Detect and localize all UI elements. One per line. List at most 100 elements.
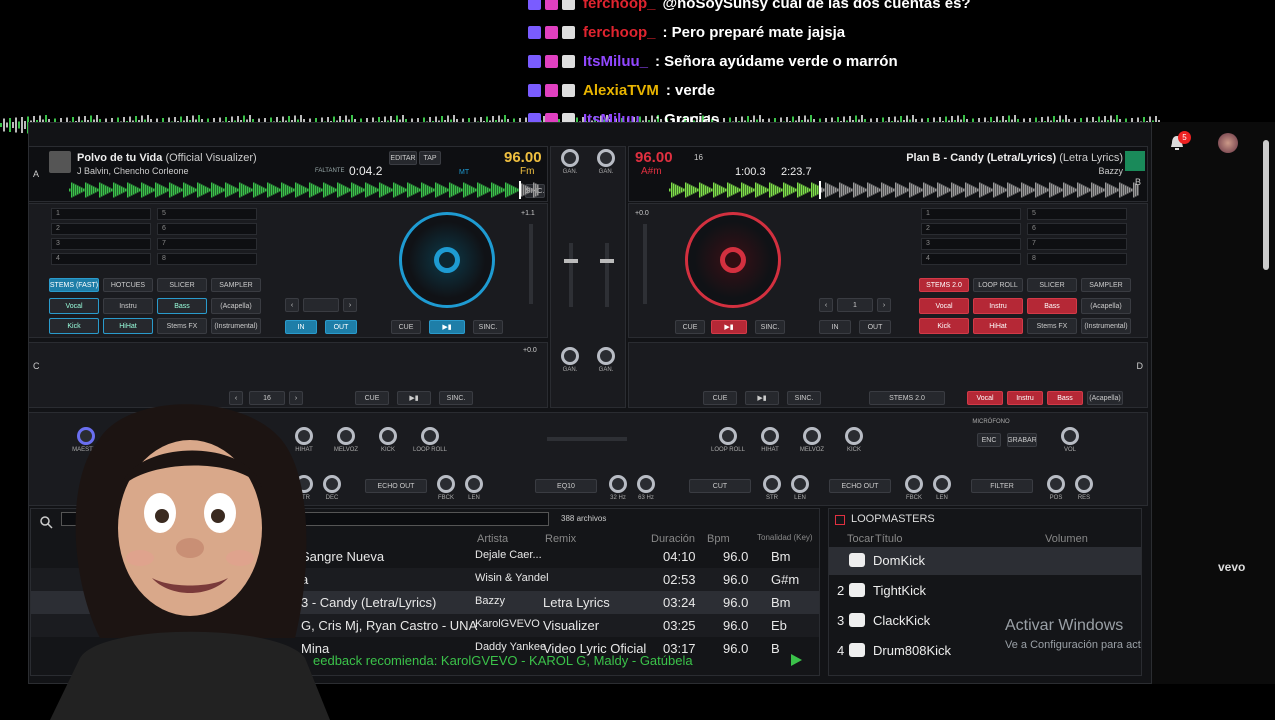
pad-tab[interactable]: SLICER [157, 278, 207, 292]
loop-row[interactable]: DomKick [829, 547, 1141, 575]
column-header[interactable]: Remix [545, 533, 576, 545]
pad-button[interactable]: Vocal [49, 298, 99, 314]
hotcue-slot[interactable]: 4 [921, 253, 1021, 265]
edit-button[interactable]: EDITAR [389, 151, 417, 165]
pad-button[interactable]: Vocal [919, 298, 969, 314]
pad-button[interactable]: Instru [103, 298, 153, 314]
pad-tab[interactable]: LOOP ROLL [973, 278, 1023, 292]
play-a[interactable]: ▶▮ [429, 320, 465, 334]
sync-a[interactable]: SINC. [473, 320, 503, 334]
mt-label[interactable]: MT [459, 169, 469, 176]
eq10-select[interactable]: EQ10 [535, 479, 597, 493]
volume-fader-b[interactable] [605, 243, 609, 307]
volume-cap-b[interactable] [600, 259, 614, 263]
deck-c-cue[interactable]: CUE [355, 391, 389, 405]
eq-knob[interactable] [845, 427, 863, 445]
hotcue-slot[interactable]: 1 [51, 208, 151, 220]
stems-mode-select[interactable]: STEMS 2.0 [869, 391, 945, 405]
pad-button[interactable]: Kick [49, 318, 99, 334]
fx-knob[interactable] [905, 475, 923, 493]
drum-icon[interactable] [849, 553, 865, 567]
fx-knob[interactable] [1047, 475, 1065, 493]
pad-tab[interactable]: STEMS 2.0 [919, 278, 969, 292]
drum-icon[interactable] [849, 643, 865, 657]
eq-32hz-knob[interactable] [609, 475, 627, 493]
mic-vol-knob[interactable] [1061, 427, 1079, 445]
mic-rec-button[interactable]: GRABAR [1007, 433, 1037, 447]
hotcue-slot[interactable]: 6 [157, 223, 257, 235]
deck-d-pad[interactable]: Vocal [967, 391, 1003, 405]
pad-button[interactable]: Bass [157, 298, 207, 314]
hotcue-slot[interactable]: 4 [51, 253, 151, 265]
pad-tab[interactable]: SAMPLER [1081, 278, 1131, 292]
pad-button[interactable]: HiHat [973, 318, 1023, 334]
hotcue-slot[interactable]: 3 [51, 238, 151, 250]
cue-b[interactable]: CUE [675, 320, 705, 334]
loop-prev-b[interactable]: ‹ [819, 298, 833, 312]
hotcue-slot[interactable]: 5 [1027, 208, 1127, 220]
eq-knob[interactable] [803, 427, 821, 445]
deck-d-pad[interactable]: (Acapella) [1087, 391, 1123, 405]
hotcue-slot[interactable]: 3 [921, 238, 1021, 250]
play-b[interactable]: ▶▮ [711, 320, 747, 334]
hotcue-slot[interactable]: 1 [921, 208, 1021, 220]
deck-c-sync[interactable]: SINC. [439, 391, 473, 405]
pad-button[interactable]: (Instrumental) [211, 318, 261, 334]
column-header[interactable]: Bpm [707, 533, 730, 545]
gain-knob-b[interactable] [597, 149, 615, 167]
fx-select[interactable]: CUT [689, 479, 751, 493]
pitch-fader-b[interactable] [643, 224, 647, 304]
pad-button[interactable]: HiHat [103, 318, 153, 334]
hotcue-slot[interactable]: 6 [1027, 223, 1127, 235]
deck-d-sync[interactable]: SINC. [787, 391, 821, 405]
fx-knob[interactable] [933, 475, 951, 493]
pad-button[interactable]: Stems FX [1027, 318, 1077, 334]
fx-select[interactable]: FILTER [971, 479, 1033, 493]
loop-value-a[interactable] [303, 298, 339, 312]
eq-knob[interactable] [761, 427, 779, 445]
crossfader[interactable] [547, 437, 627, 441]
hotcue-slot[interactable]: 2 [51, 223, 151, 235]
hotcue-slot[interactable]: 8 [157, 253, 257, 265]
play-icon[interactable] [789, 653, 803, 667]
hotcue-slot[interactable]: 8 [1027, 253, 1127, 265]
jog-wheel-b[interactable] [685, 212, 781, 308]
gain-knob-c[interactable] [561, 347, 579, 365]
pad-button[interactable]: Bass [1027, 298, 1077, 314]
deck-d-pad[interactable]: Instru [1007, 391, 1043, 405]
fx-knob[interactable] [465, 475, 483, 493]
pad-button[interactable]: Instru [973, 298, 1023, 314]
column-header[interactable]: Artista [477, 533, 508, 545]
scrollbar[interactable] [1263, 140, 1269, 270]
pad-button[interactable]: Stems FX [157, 318, 207, 334]
fx-knob[interactable] [1075, 475, 1093, 493]
fx-knob[interactable] [763, 475, 781, 493]
deck-d-play[interactable]: ▶▮ [745, 391, 779, 405]
pad-tab[interactable]: SAMPLER [211, 278, 261, 292]
sync-b[interactable]: SINC. [755, 320, 785, 334]
eq-63hz-knob[interactable] [637, 475, 655, 493]
loop-row[interactable]: 2 TightKick [829, 577, 1141, 605]
loop-out-a[interactable]: OUT [325, 320, 357, 334]
eq-knob[interactable] [379, 427, 397, 445]
tap-button[interactable]: TAP [419, 151, 441, 165]
column-header[interactable]: Tonalidad (Key) [757, 533, 813, 542]
pad-button[interactable]: Kick [919, 318, 969, 334]
loop-prev-a[interactable]: ‹ [285, 298, 299, 312]
cue-a[interactable]: CUE [391, 320, 421, 334]
gain-knob-d[interactable] [597, 347, 615, 365]
loop-column-header[interactable]: Tocar [847, 533, 874, 545]
hotcue-slot[interactable]: 7 [157, 238, 257, 250]
gain-knob-a[interactable] [561, 149, 579, 167]
drum-icon[interactable] [849, 583, 865, 597]
avatar[interactable] [1218, 133, 1238, 153]
feedback-text[interactable]: eedback recomienda: KarolGVEVO - KAROL G… [313, 653, 693, 668]
fx-knob[interactable] [437, 475, 455, 493]
loop-column-header[interactable]: Volumen [1045, 533, 1088, 545]
hotcue-slot[interactable]: 2 [921, 223, 1021, 235]
pad-tab[interactable]: HOTCUES [103, 278, 153, 292]
loop-value-b[interactable]: 1 [837, 298, 873, 312]
mic-enc-button[interactable]: ENC [977, 433, 1001, 447]
hotcue-slot[interactable]: 7 [1027, 238, 1127, 250]
deck-d-cue[interactable]: CUE [703, 391, 737, 405]
